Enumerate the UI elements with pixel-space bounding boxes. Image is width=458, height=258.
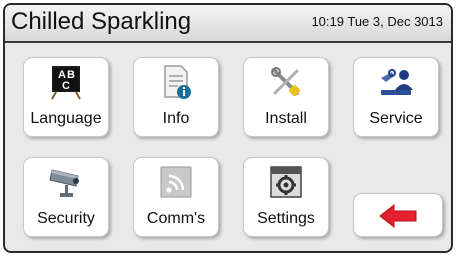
language-label: Language: [30, 110, 102, 127]
install-button[interactable]: Install: [243, 57, 329, 137]
language-button[interactable]: A B C Language: [23, 57, 109, 137]
security-camera-icon: [48, 164, 84, 200]
comms-signal-icon: [158, 164, 194, 200]
comms-label: Comm's: [146, 210, 206, 227]
service-label: Service: [369, 110, 423, 127]
date-time-display: 10:19 Tue 3, Dec 3013: [311, 14, 443, 29]
page-title: Chilled Sparkling: [11, 8, 192, 35]
security-label: Security: [37, 210, 95, 227]
svg-text:C: C: [62, 80, 70, 92]
info-label: Info: [162, 110, 190, 127]
info-button[interactable]: Info: [133, 57, 219, 137]
service-technician-icon: [378, 64, 414, 100]
language-abc-icon: A B C: [48, 64, 84, 100]
settings-button[interactable]: Settings: [243, 157, 329, 237]
device-screen: Chilled Sparkling 10:19 Tue 3, Dec 3013 …: [3, 3, 453, 253]
comms-button[interactable]: Comm's: [133, 157, 219, 237]
title-bar: Chilled Sparkling 10:19 Tue 3, Dec 3013: [5, 5, 451, 43]
install-label: Install: [265, 110, 307, 127]
info-document-icon: [158, 64, 194, 100]
settings-label: Settings: [257, 210, 315, 227]
security-button[interactable]: Security: [23, 157, 109, 237]
settings-gear-icon: [268, 164, 304, 200]
back-arrow-icon: [378, 202, 418, 230]
install-tools-icon: [268, 64, 304, 100]
service-button[interactable]: Service: [353, 57, 439, 137]
back-button[interactable]: [353, 193, 443, 237]
